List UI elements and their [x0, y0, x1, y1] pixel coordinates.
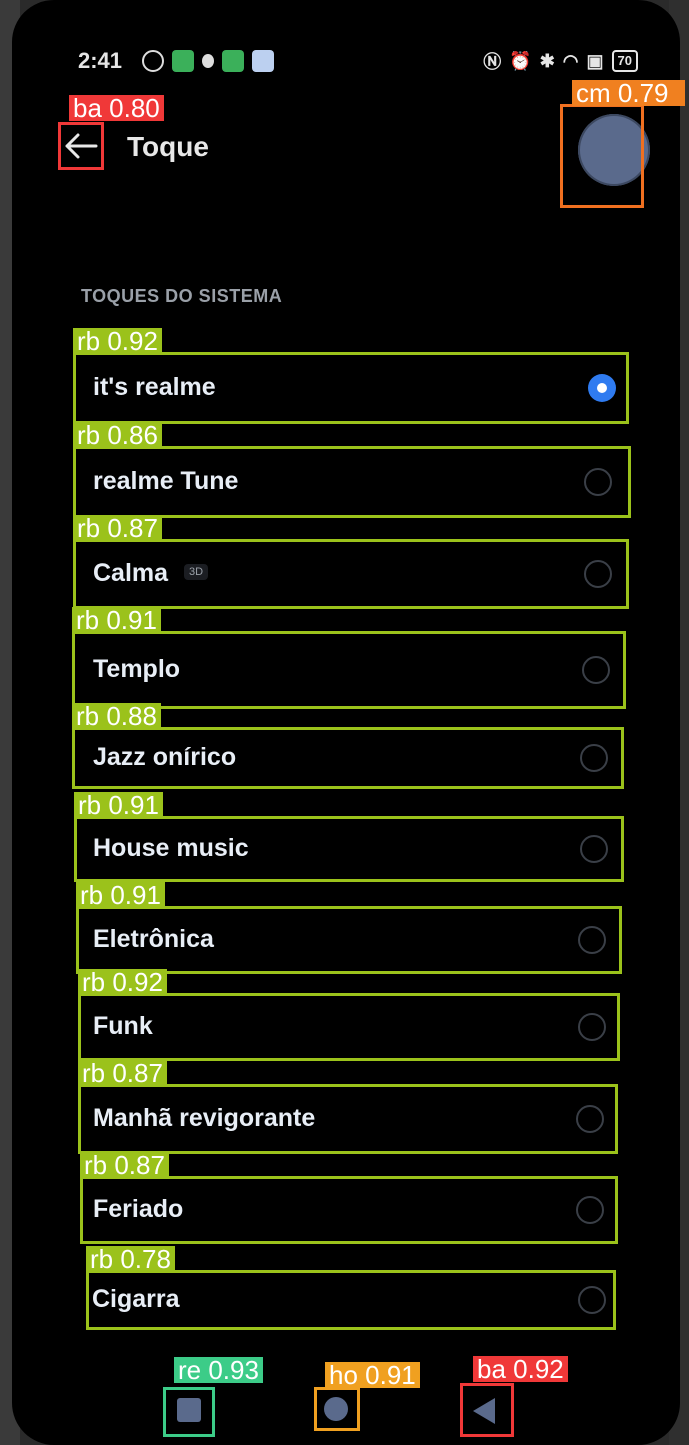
status-time: 2:41 [78, 48, 123, 73]
radio-unselected-icon[interactable] [578, 1013, 606, 1041]
status-icons-right: Ⓝ ⏰ ✱ ◠ ▣ 70 [483, 48, 638, 74]
ringtone-label: Calma [93, 559, 169, 587]
ringtone-label: Cigarra [92, 1285, 180, 1313]
section-title: TOQUES DO SISTEMA [81, 286, 283, 306]
ringtone-detection-label: rb 0.87 [78, 1060, 167, 1086]
status-icons-left [142, 50, 274, 72]
ringtone-label: Jazz onírico [93, 743, 237, 771]
ringtone-detection-label: rb 0.88 [72, 703, 161, 729]
nav-back-button[interactable] [460, 1383, 514, 1437]
ringtone-badge: 3D [184, 564, 209, 580]
nav-back-detection-label: ba 0.92 [473, 1356, 568, 1382]
ringtone-detection-label: rb 0.86 [73, 422, 162, 448]
radio-unselected-icon[interactable] [578, 1286, 606, 1314]
ringtone-detection-label: rb 0.92 [78, 969, 167, 995]
ringtone-label: Templo [93, 655, 181, 683]
home-detection-label: ho 0.91 [325, 1362, 420, 1388]
app2-status-icon [222, 50, 244, 72]
sim-icon: ▣ [586, 50, 604, 71]
radio-unselected-icon[interactable] [584, 560, 612, 588]
bug-status-icon [202, 54, 214, 68]
recent-detection-label: re 0.93 [174, 1357, 263, 1383]
radio-unselected-icon[interactable] [582, 656, 610, 684]
ringtone-detection-label: rb 0.91 [72, 607, 161, 633]
bluetooth-icon: ✱ [539, 50, 555, 71]
status-bar: 2:41 Ⓝ ⏰ ✱ ◠ ▣ 70 [12, 40, 680, 84]
recent-apps-button[interactable] [163, 1387, 215, 1437]
message-status-icon [252, 50, 274, 72]
ringtone-label: Funk [93, 1012, 153, 1040]
avatar-detection-box [560, 104, 644, 208]
back-button[interactable] [58, 122, 104, 170]
arrow-left-icon [65, 133, 98, 159]
ringtone-detection-label: rb 0.87 [73, 515, 162, 541]
radio-unselected-icon[interactable] [580, 744, 608, 772]
ringtone-detection-label: rb 0.91 [74, 792, 163, 818]
radio-selected-icon[interactable] [588, 374, 616, 402]
page-title: Toque [127, 131, 209, 162]
ringtone-label: it's realme [93, 373, 216, 401]
ringtone-detection-label: rb 0.78 [86, 1246, 175, 1272]
radio-unselected-icon[interactable] [584, 468, 612, 496]
battery-icon: 70 [611, 50, 638, 72]
back-detection-label: ba 0.80 [69, 95, 164, 121]
alarm-icon: ⏰ [509, 50, 532, 71]
ringtone-label: Manhã revigorante [93, 1104, 316, 1132]
settings-status-icon [142, 50, 164, 72]
app-status-icon [172, 50, 194, 72]
radio-unselected-icon[interactable] [580, 835, 608, 863]
ringtone-label: Eletrônica [93, 925, 214, 953]
radio-unselected-icon[interactable] [576, 1105, 604, 1133]
wifi-icon: ◠ [562, 50, 579, 71]
nfc-icon: Ⓝ [483, 52, 502, 72]
radio-unselected-icon[interactable] [578, 926, 606, 954]
ringtone-label: realme Tune [93, 467, 239, 495]
avatar-detection-label: cm 0.79 [572, 80, 685, 106]
ringtone-detection-label: rb 0.92 [73, 328, 162, 354]
ringtone-row[interactable] [78, 993, 620, 1061]
ringtone-label: Feriado [93, 1195, 184, 1223]
ringtone-detection-label: rb 0.87 [80, 1152, 169, 1178]
ringtone-label: House music [93, 834, 249, 862]
home-button[interactable] [314, 1387, 360, 1431]
radio-unselected-icon[interactable] [576, 1196, 604, 1224]
ringtone-detection-label: rb 0.91 [76, 882, 165, 908]
